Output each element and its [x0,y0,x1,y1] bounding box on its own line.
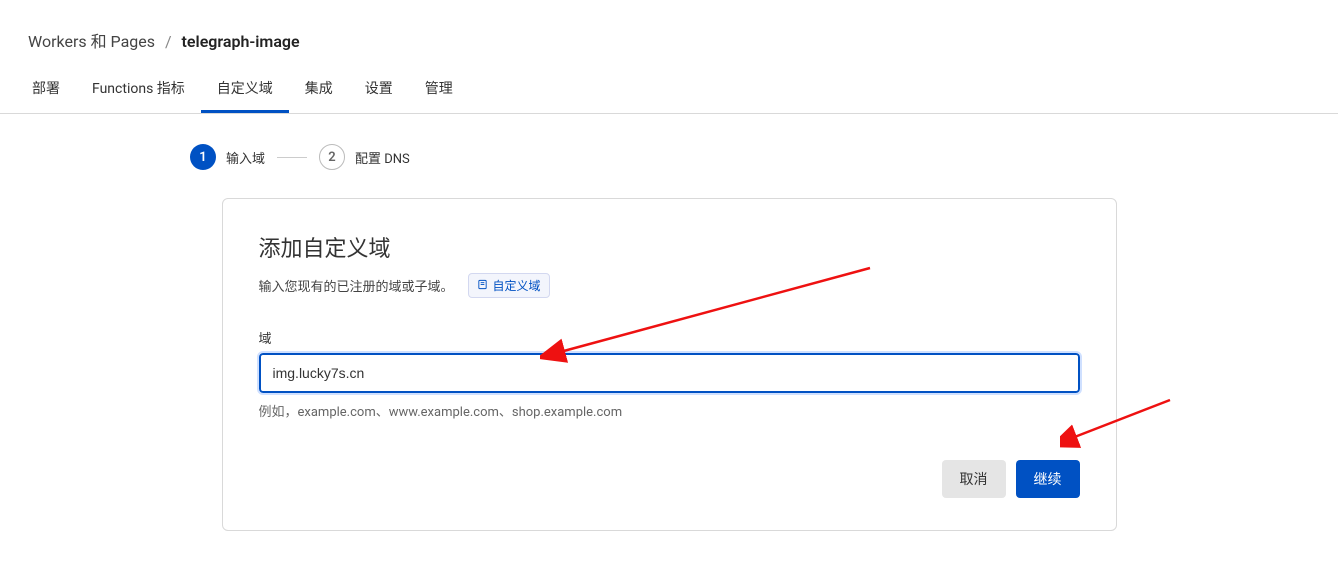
tab-integrations[interactable]: 集成 [289,68,349,113]
domain-field-label: 域 [259,328,1080,347]
breadcrumb-parent[interactable]: Workers 和 Pages [28,32,155,51]
content-area: 1 输入域 2 配置 DNS 添加自定义域 输入您现有的已注册的域或子域。 自定… [0,114,1338,531]
domain-hint: 例如，example.com、www.example.com、shop.exam… [259,401,1080,420]
tab-custom-domains[interactable]: 自定义域 [201,68,289,113]
breadcrumb-current: telegraph-image [182,32,300,51]
tab-deploy[interactable]: 部署 [16,68,76,113]
step-1-label: 输入域 [226,148,265,167]
step-2-label: 配置 DNS [355,148,410,167]
doc-icon [477,279,488,293]
cancel-button[interactable]: 取消 [942,460,1006,498]
doc-link-label: 自定义域 [493,277,541,294]
card-subtitle: 输入您现有的已注册的域或子域。 [259,276,454,295]
tab-settings[interactable]: 设置 [349,68,409,113]
step-connector [277,157,307,158]
doc-link-custom-domains[interactable]: 自定义域 [468,273,550,298]
card-title: 添加自定义域 [259,231,1080,263]
step-2: 2 配置 DNS [319,144,410,170]
add-domain-card: 添加自定义域 输入您现有的已注册的域或子域。 自定义域 域 例如，example… [222,198,1117,531]
card-subtitle-row: 输入您现有的已注册的域或子域。 自定义域 [259,273,1080,298]
stepper: 1 输入域 2 配置 DNS [0,144,1338,170]
tab-functions-metrics[interactable]: Functions 指标 [76,68,201,113]
breadcrumb: Workers 和 Pages / telegraph-image [0,0,1338,68]
tab-manage[interactable]: 管理 [409,68,469,113]
domain-input[interactable] [259,353,1080,393]
continue-button[interactable]: 继续 [1016,460,1080,498]
step-1-circle: 1 [190,144,216,170]
step-2-circle: 2 [319,144,345,170]
button-row: 取消 继续 [259,460,1080,498]
tabs-nav: 部署 Functions 指标 自定义域 集成 设置 管理 [0,68,1338,114]
breadcrumb-separator: / [165,32,172,51]
step-1: 1 输入域 [190,144,265,170]
